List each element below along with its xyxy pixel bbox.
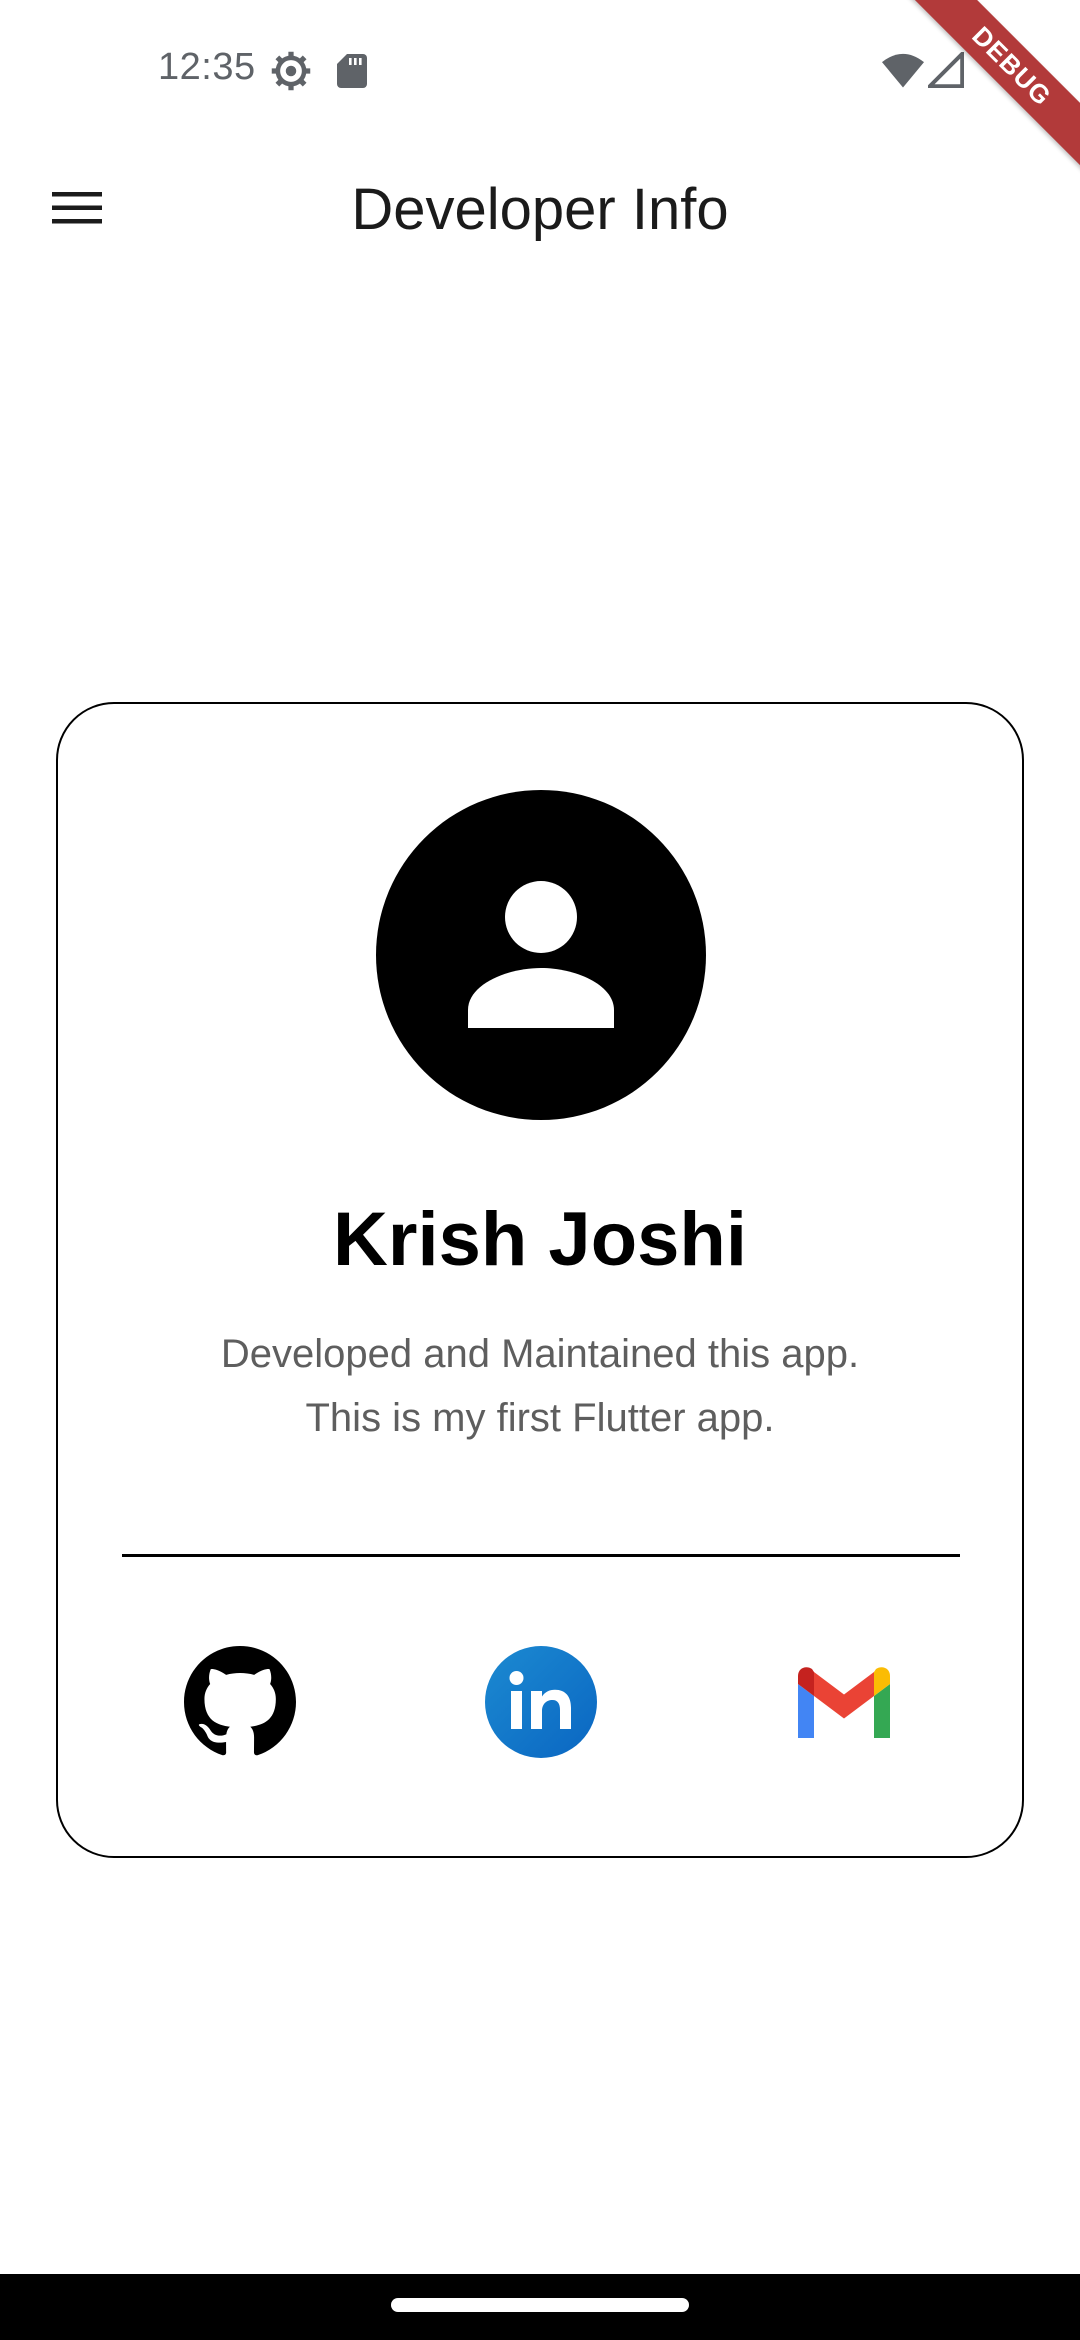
developer-name: Krish Joshi <box>333 1197 747 1282</box>
divider <box>122 1554 960 1557</box>
profile-card: Krish Joshi Developed and Maintained thi… <box>56 702 1024 1858</box>
home-indicator[interactable] <box>391 2298 689 2312</box>
wifi-icon <box>882 53 924 88</box>
github-link[interactable] <box>184 1646 296 1758</box>
status-time: 12:35 <box>158 46 256 88</box>
gmail-icon <box>798 1667 890 1738</box>
system-navigation-bar <box>0 2274 1080 2340</box>
gmail-link[interactable] <box>788 1646 900 1758</box>
github-icon <box>184 1646 296 1756</box>
description-line-2: This is my first Flutter app. <box>305 1396 775 1440</box>
developer-description: Developed and Maintained this app. This … <box>58 1322 1022 1450</box>
status-bar: 12:35 <box>0 0 1080 140</box>
description-line-1: Developed and Maintained this app. <box>220 1332 860 1376</box>
linkedin-icon <box>485 1646 597 1758</box>
sd-card-icon <box>337 54 367 88</box>
person-icon <box>468 881 614 1028</box>
page-title: Developer Info <box>351 177 729 242</box>
signal-icon <box>928 52 964 88</box>
app-bar: Developer Info <box>0 140 1080 280</box>
linkedin-link[interactable] <box>485 1646 597 1758</box>
settings-icon <box>271 51 311 91</box>
avatar <box>376 790 706 1120</box>
